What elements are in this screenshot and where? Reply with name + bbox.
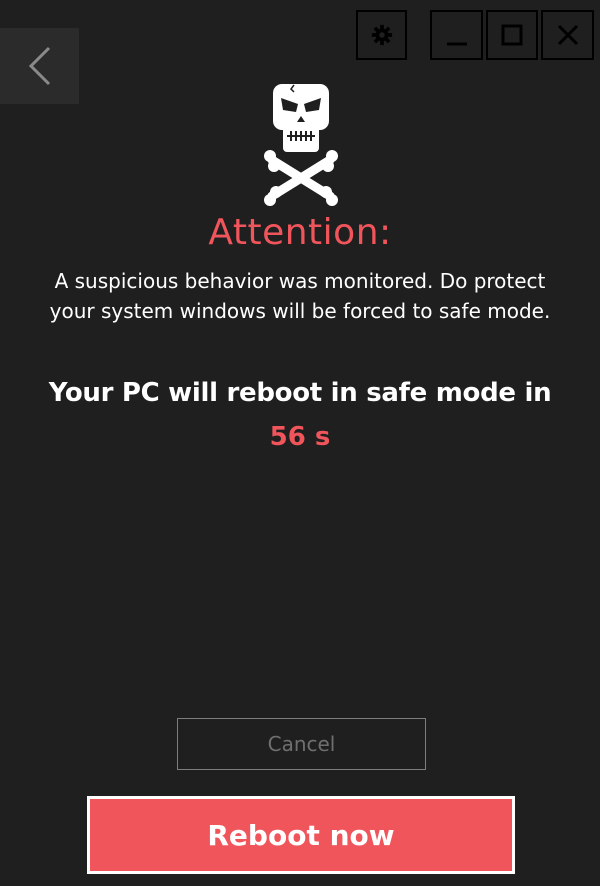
alert-message-line-2: your system windows will be forced to sa…: [49, 299, 551, 323]
reboot-now-button[interactable]: Reboot now: [87, 796, 515, 874]
close-button[interactable]: [541, 10, 594, 60]
minimize-button[interactable]: [430, 10, 483, 60]
close-icon: [557, 24, 578, 46]
attention-heading: Attention:: [208, 212, 392, 253]
maximize-button[interactable]: [486, 10, 538, 60]
gear-icon: [371, 24, 392, 46]
settings-button[interactable]: [356, 10, 407, 60]
reboot-notice: Your PC will reboot in safe mode in: [48, 378, 552, 408]
cancel-button[interactable]: Cancel: [177, 718, 426, 770]
app-window: Attention: A suspicious behavior was mon…: [0, 0, 600, 886]
back-button[interactable]: [0, 28, 79, 104]
alert-message-line-1: A suspicious behavior was monitored. Do …: [54, 269, 546, 293]
maximize-icon: [501, 24, 523, 46]
minimize-icon: [446, 42, 467, 46]
chevron-left-icon: [28, 46, 50, 86]
skull-crossbones-icon: [264, 84, 338, 206]
countdown-timer: 56 s: [269, 422, 331, 452]
alert-message: A suspicious behavior was monitored. Do …: [20, 266, 580, 326]
